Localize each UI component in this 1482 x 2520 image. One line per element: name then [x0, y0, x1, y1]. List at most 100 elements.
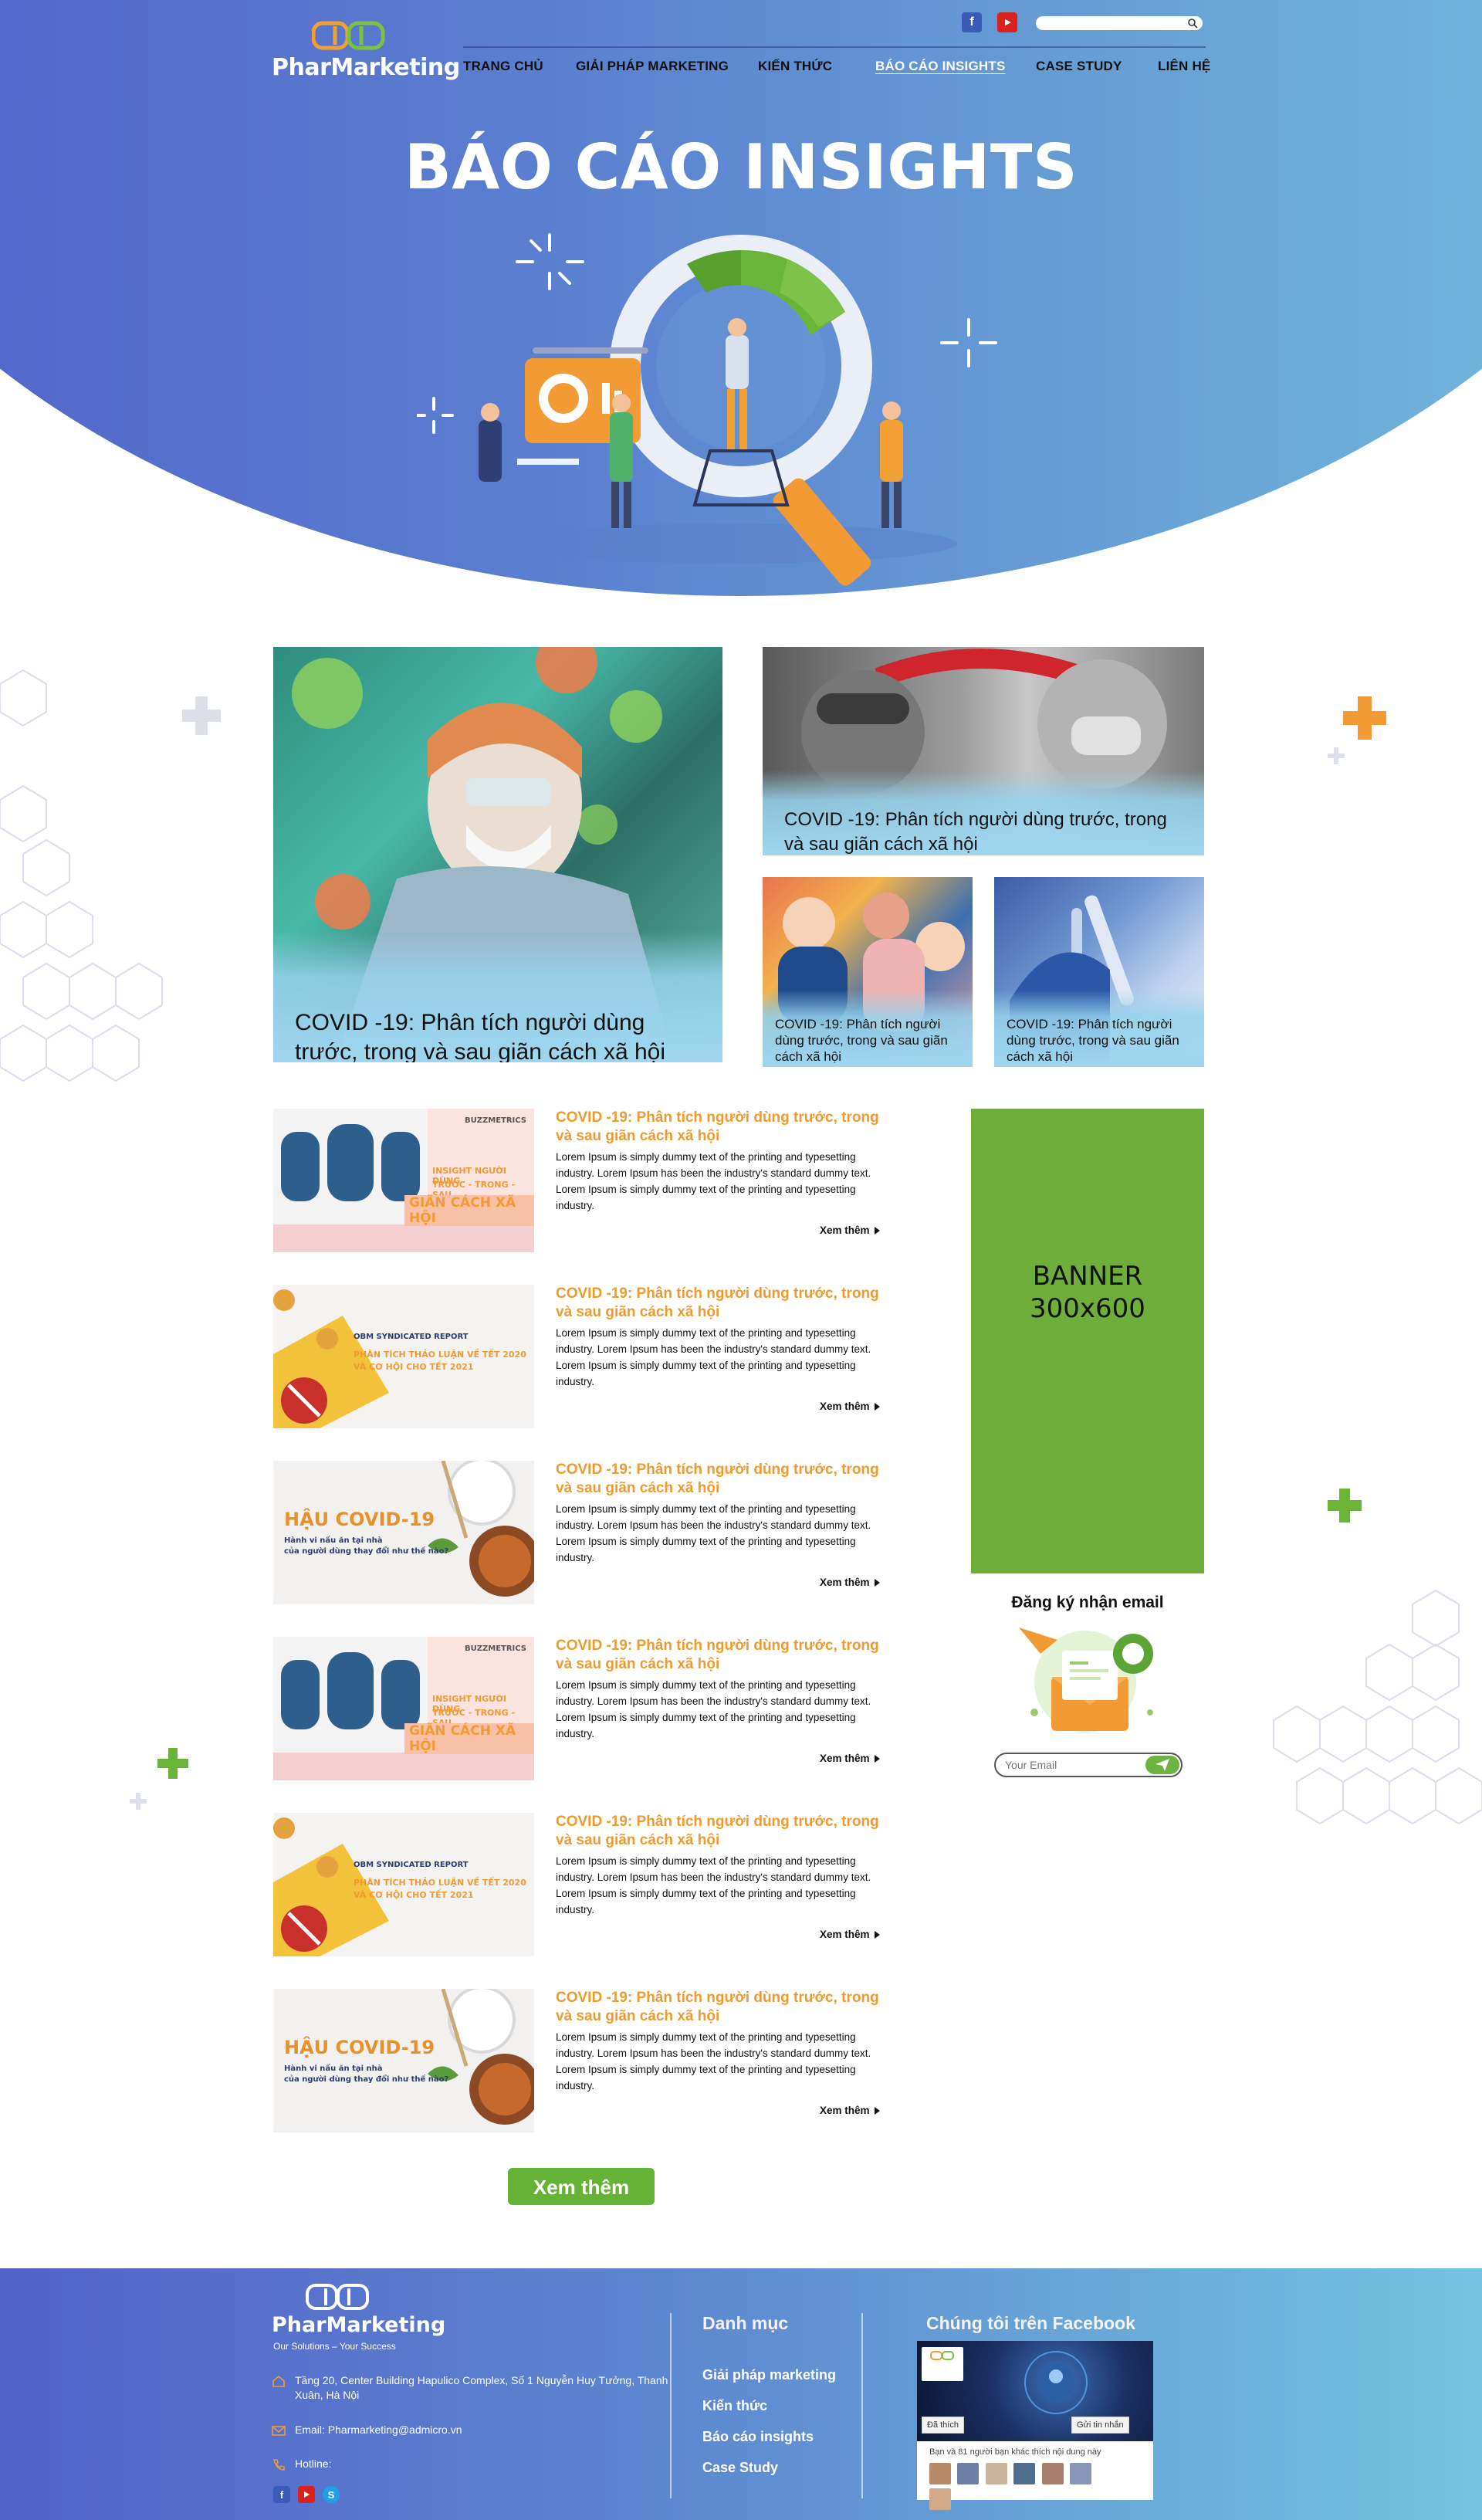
- article-thumbnail[interactable]: OBM SYNDICATED REPORT PHÂN TÍCH THẢO LUẬ…: [273, 1285, 534, 1428]
- thumbnail-line3: GIÃN CÁCH XÃ HỘI: [404, 1195, 534, 1226]
- featured-small-card-1[interactable]: COVID -19: Phân tích người dùng trước, t…: [763, 877, 973, 1067]
- youtube-icon[interactable]: [997, 12, 1017, 32]
- article-title[interactable]: COVID -19: Phân tích người dùng trước, t…: [556, 1813, 880, 1850]
- avatar: [1013, 2463, 1036, 2484]
- thumbnail-line2: Hành vi nấu ăn tại nhà: [284, 2064, 383, 2073]
- facebook-message-button[interactable]: Gửi tin nhắn: [1071, 2417, 1129, 2434]
- thumbnail-line1: HẬU COVID-19: [284, 1509, 435, 1530]
- article-thumbnail[interactable]: HẬU COVID-19 Hành vi nấu ăn tại nhà của …: [273, 1989, 534, 2132]
- facebook-message-label: Gửi tin nhắn: [1077, 2420, 1124, 2430]
- thumbnail-line1: OBM SYNDICATED REPORT: [354, 1333, 469, 1341]
- nav-item-contact[interactable]: LIÊN HỆ: [1158, 59, 1210, 74]
- load-more-button[interactable]: Xem thêm: [508, 2168, 655, 2205]
- footer-divider: [861, 2313, 863, 2498]
- arrow-right-icon: [874, 1227, 880, 1235]
- thumbnail-line2: PHÂN TÍCH THẢO LUẬN VỀ TẾT 2020: [354, 1878, 526, 1888]
- avatar: [929, 2488, 951, 2510]
- nav-item-knowledge[interactable]: KIẾN THỨC: [758, 59, 832, 74]
- site-logo[interactable]: PharMarketing: [272, 20, 460, 83]
- article-item[interactable]: HẬU COVID-19 Hành vi nấu ăn tại nhà của …: [273, 1461, 883, 1604]
- article-item[interactable]: BUZZMETRICS INSIGHT NGƯỜI DÙNG TRƯỚC - T…: [273, 1637, 883, 1780]
- read-more-link[interactable]: Xem thêm: [820, 1929, 880, 1940]
- send-button[interactable]: [1145, 1756, 1179, 1774]
- send-icon: [1155, 1759, 1169, 1771]
- thumbnail-illustration: [428, 1989, 534, 2125]
- footer-link-case-study[interactable]: Case Study: [702, 2460, 778, 2476]
- read-more-link[interactable]: Xem thêm: [820, 1401, 880, 1412]
- article-thumbnail[interactable]: OBM SYNDICATED REPORT PHÂN TÍCH THẢO LUẬ…: [273, 1813, 534, 1956]
- article-excerpt: Lorem Ipsum is simply dummy text of the …: [556, 2031, 871, 2092]
- featured-main-card[interactable]: COVID -19: Phân tích người dùng trước, t…: [273, 647, 722, 1062]
- article-item[interactable]: HẬU COVID-19 Hành vi nấu ăn tại nhà của …: [273, 1989, 883, 2132]
- footer-slogan: Our Solutions – Your Success: [273, 2341, 396, 2352]
- footer-logo-mark-icon: [306, 2284, 369, 2310]
- article-excerpt: Lorem Ipsum is simply dummy text of the …: [556, 1151, 871, 1211]
- read-more-label: Xem thêm: [820, 1577, 870, 1588]
- article-thumbnail[interactable]: BUZZMETRICS INSIGHT NGƯỜI DÙNG TRƯỚC - T…: [273, 1109, 534, 1252]
- featured-small-card-2[interactable]: COVID -19: Phân tích người dùng trước, t…: [994, 877, 1204, 1067]
- thumbnail-line1: HẬU COVID-19: [284, 2037, 435, 2058]
- youtube-icon[interactable]: [298, 2486, 315, 2503]
- plus-decoration-orange: [1343, 696, 1386, 740]
- article-title[interactable]: COVID -19: Phân tích người dùng trước, t…: [556, 1989, 880, 2026]
- thumbnail-illustration: [428, 1461, 534, 1597]
- plus-decoration-green: [1328, 1489, 1362, 1522]
- search-input[interactable]: [1036, 16, 1203, 30]
- email-subscribe-form: [994, 1753, 1183, 1777]
- footer-link-knowledge[interactable]: Kiến thức: [702, 2398, 767, 2414]
- nav-item-home[interactable]: TRANG CHỦ: [463, 59, 543, 74]
- plus-decoration-green-left: [157, 1748, 188, 1779]
- plus-decoration-small-left: [130, 1793, 147, 1810]
- article-thumbnail[interactable]: HẬU COVID-19 Hành vi nấu ăn tại nhà của …: [273, 1461, 534, 1604]
- facebook-like-button[interactable]: Đã thích: [922, 2417, 964, 2434]
- nav-item-insights-report[interactable]: BÁO CÁO INSIGHTS: [875, 59, 1006, 74]
- read-more-link[interactable]: Xem thêm: [820, 1224, 880, 1236]
- ad-banner[interactable]: BANNER 300x600: [971, 1109, 1204, 1573]
- footer-logo[interactable]: PharMarketing Our Solutions – Your Succe…: [272, 2282, 445, 2352]
- facebook-page-widget[interactable]: Đã thích Gửi tin nhắn Bạn và 81 người bạ…: [917, 2341, 1153, 2510]
- plus-decoration-small: [1328, 747, 1345, 764]
- article-item[interactable]: BUZZMETRICS INSIGHT NGƯỜI DÙNG TRƯỚC - T…: [273, 1109, 883, 1252]
- footer-link-marketing[interactable]: Giải pháp marketing: [702, 2367, 836, 2383]
- featured-top-card[interactable]: COVID -19: Phân tích người dùng trước, t…: [763, 647, 1204, 855]
- hexagon-pattern-left: [0, 669, 163, 1082]
- thumbnail-line3: của người dùng thay đổi như thế nào?: [284, 2075, 449, 2084]
- read-more-link[interactable]: Xem thêm: [820, 1577, 880, 1588]
- article-item[interactable]: OBM SYNDICATED REPORT PHÂN TÍCH THẢO LUẬ…: [273, 1285, 883, 1428]
- skype-icon[interactable]: S: [323, 2486, 340, 2503]
- read-more-label: Xem thêm: [820, 2105, 870, 2116]
- read-more-label: Xem thêm: [820, 1753, 870, 1764]
- article-title[interactable]: COVID -19: Phân tích người dùng trước, t…: [556, 1637, 880, 1674]
- main-nav: TRANG CHỦ GIẢI PHÁP MARKETING KIẾN THỨC …: [463, 59, 1210, 82]
- location-icon: [272, 2375, 285, 2387]
- article-title[interactable]: COVID -19: Phân tích người dùng trước, t…: [556, 1461, 880, 1498]
- arrow-right-icon: [874, 1579, 880, 1587]
- footer-facebook-heading: Chúng tôi trên Facebook: [926, 2313, 1135, 2333]
- featured-small-caption-1: COVID -19: Phân tích người dùng trước, t…: [763, 990, 973, 1067]
- banner-label: BANNER: [1032, 1261, 1143, 1292]
- avatar: [929, 2463, 951, 2484]
- thumbnail-brand: BUZZMETRICS: [465, 1116, 526, 1125]
- nav-item-case-study[interactable]: CASE STUDY: [1036, 59, 1122, 74]
- thumbnail-line3: của người dùng thay đổi như thế nào?: [284, 1547, 449, 1556]
- search-icon[interactable]: [1187, 18, 1198, 29]
- arrow-right-icon: [874, 1755, 880, 1763]
- featured-top-caption: COVID -19: Phân tích người dùng trước, t…: [763, 771, 1204, 855]
- facebook-icon[interactable]: f: [273, 2486, 290, 2503]
- read-more-label: Xem thêm: [820, 1929, 870, 1940]
- article-item[interactable]: OBM SYNDICATED REPORT PHÂN TÍCH THẢO LUẬ…: [273, 1813, 883, 1956]
- hexagon-pattern-right: [1273, 1589, 1482, 1825]
- top-utility-bar: f: [962, 12, 1204, 36]
- read-more-link[interactable]: Xem thêm: [820, 1753, 880, 1764]
- thumbnail-brand: BUZZMETRICS: [465, 1644, 526, 1653]
- email-input[interactable]: [1003, 1756, 1135, 1773]
- footer-email-text[interactable]: Email: Pharmarketing@admicro.vn: [295, 2423, 696, 2437]
- facebook-icon[interactable]: f: [962, 12, 982, 32]
- nav-item-marketing-solutions[interactable]: GIẢI PHÁP MARKETING: [576, 59, 729, 74]
- article-thumbnail[interactable]: BUZZMETRICS INSIGHT NGƯỜI DÙNG TRƯỚC - T…: [273, 1637, 534, 1780]
- avatar: [1041, 2463, 1064, 2484]
- article-title[interactable]: COVID -19: Phân tích người dùng trước, t…: [556, 1285, 880, 1322]
- footer-link-insights[interactable]: Báo cáo insights: [702, 2429, 814, 2445]
- article-title[interactable]: COVID -19: Phân tích người dùng trước, t…: [556, 1109, 880, 1146]
- read-more-link[interactable]: Xem thêm: [820, 2105, 880, 2116]
